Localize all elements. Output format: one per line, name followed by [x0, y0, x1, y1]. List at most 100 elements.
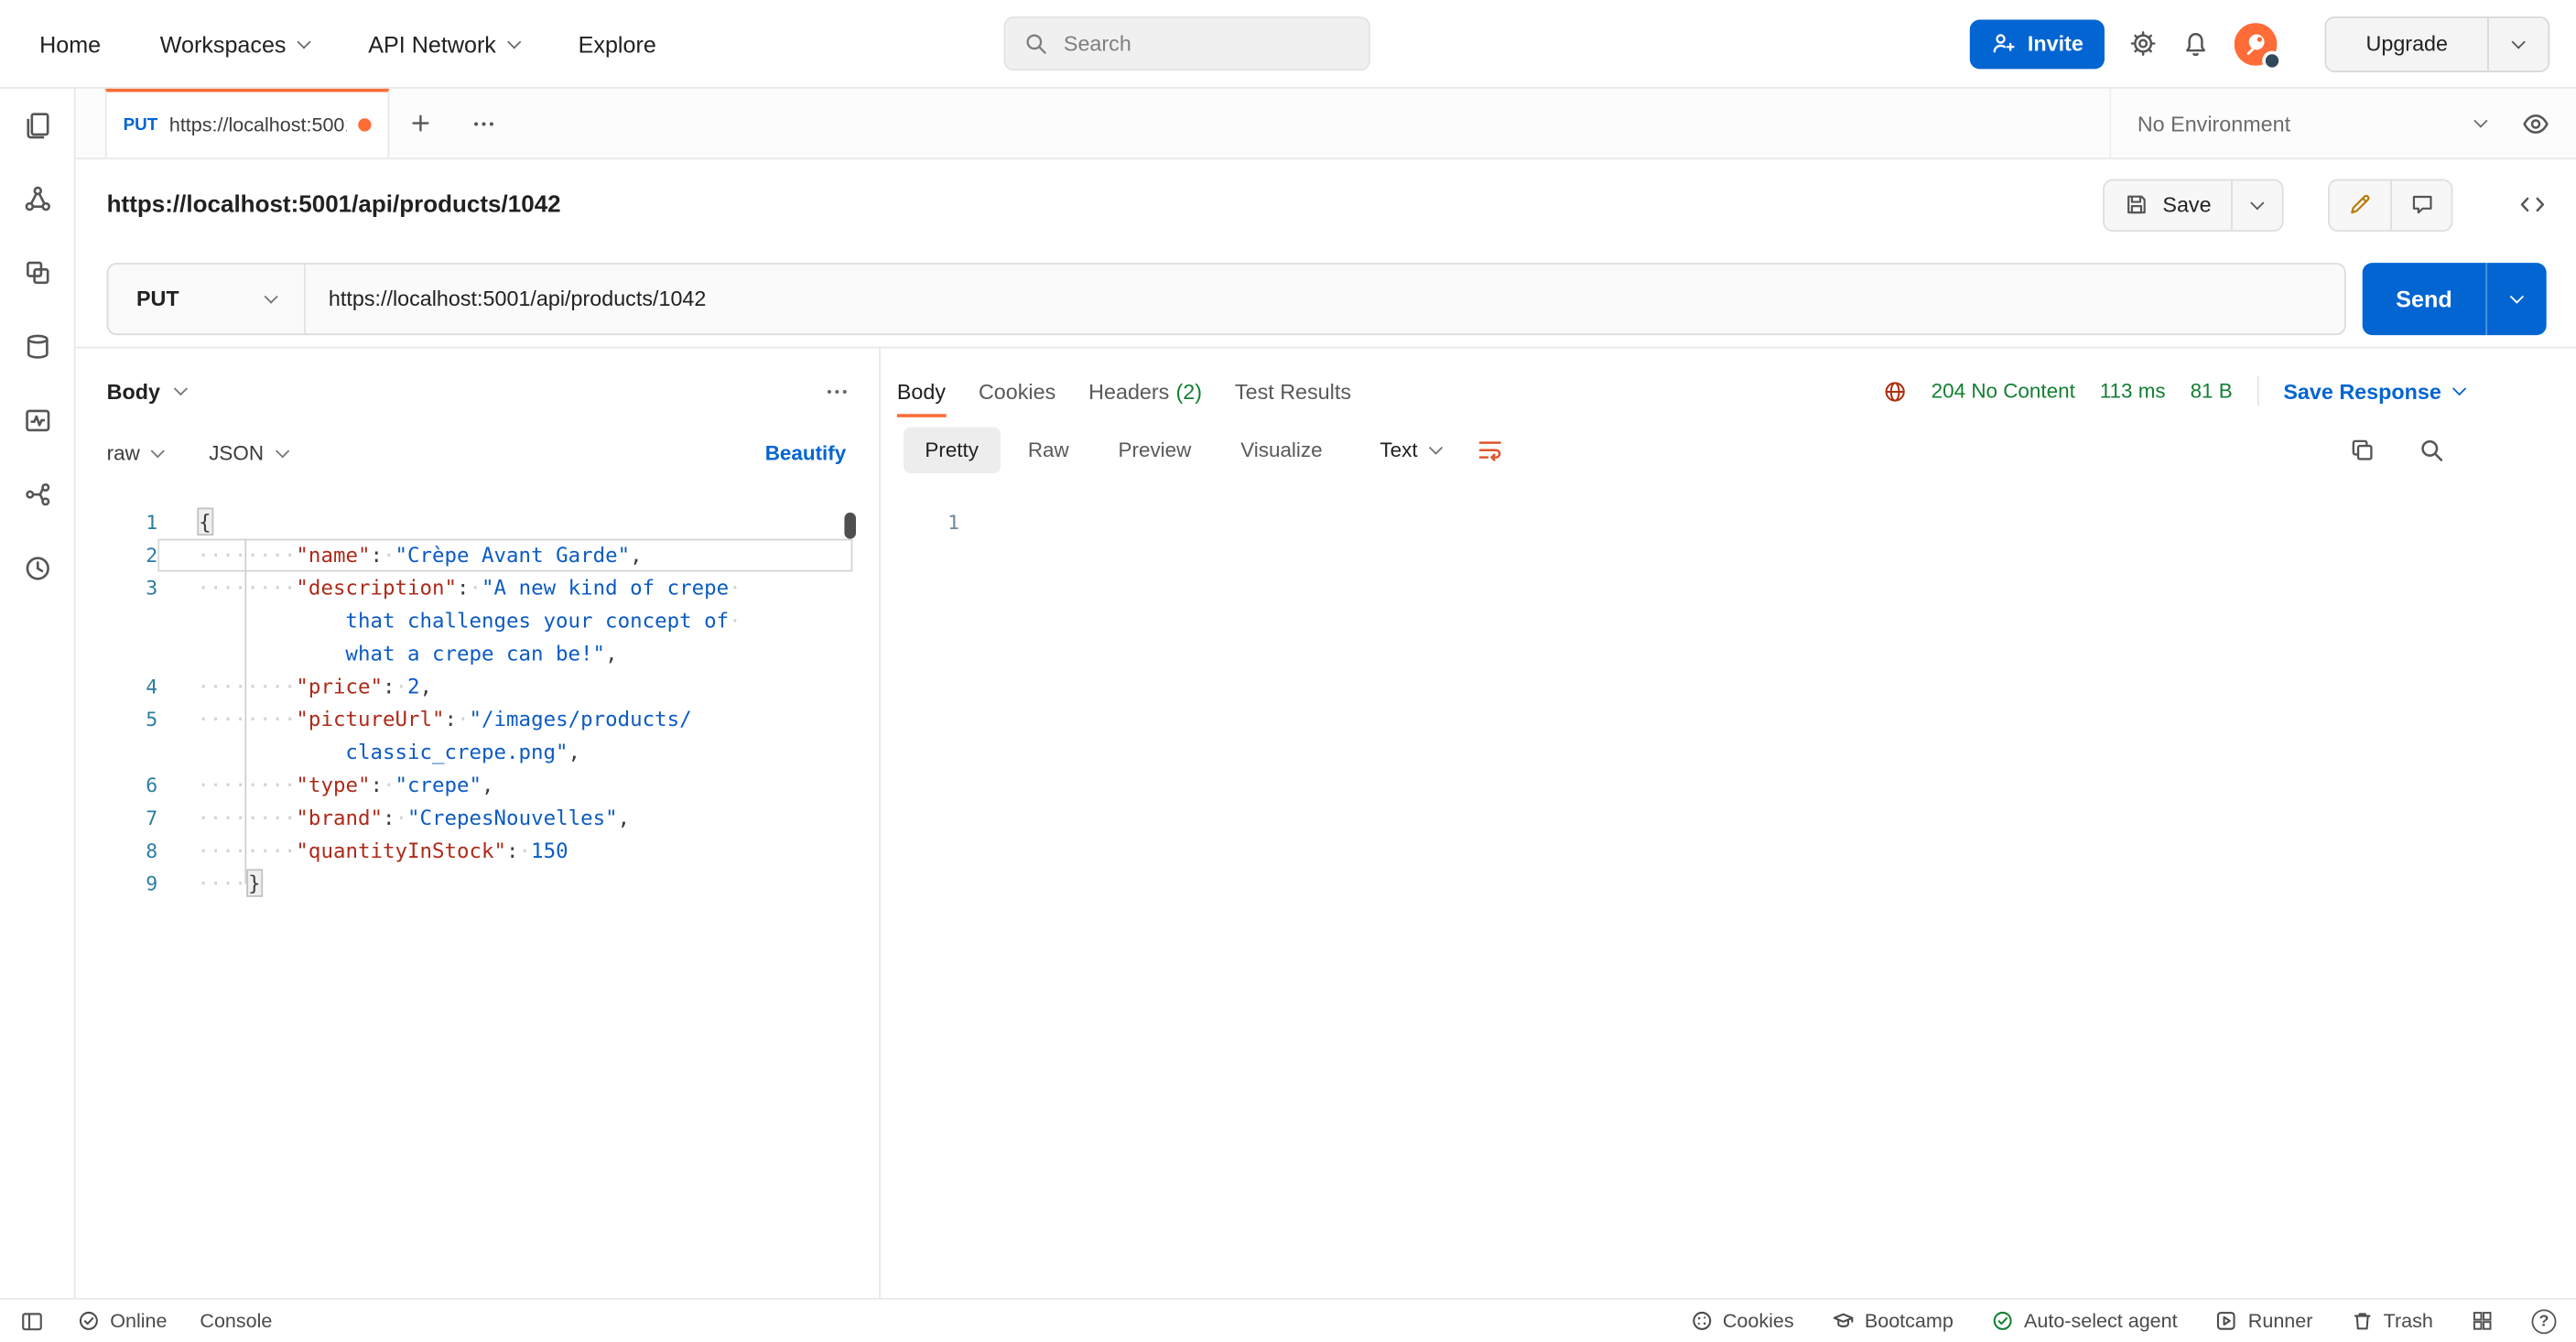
request-pane-options-button[interactable]: [825, 379, 850, 404]
status-bar-left: Online Console: [20, 1308, 273, 1333]
response-body-editor[interactable]: 1: [881, 483, 2576, 1298]
save-button[interactable]: Save: [2105, 180, 2233, 230]
response-time[interactable]: 113 ms: [2100, 380, 2166, 403]
code-snippet-button[interactable]: [2518, 190, 2547, 219]
environment-selector[interactable]: No Environment: [2138, 111, 2485, 135]
bootcamp-label: Bootcamp: [1865, 1309, 1954, 1332]
nav-home[interactable]: Home: [39, 30, 101, 57]
copy-response-button[interactable]: [2349, 437, 2376, 463]
nav-api-network[interactable]: API Network: [368, 30, 519, 57]
new-tab-button[interactable]: [389, 89, 451, 157]
plus-icon: [409, 112, 432, 135]
format-dropdown[interactable]: Text: [1380, 438, 1440, 461]
beautify-button[interactable]: Beautify: [765, 442, 847, 465]
rename-button[interactable]: [2330, 180, 2390, 230]
nav-workspaces[interactable]: Workspaces: [160, 30, 309, 57]
response-tab-test-results-label: Test Results: [1235, 379, 1351, 404]
avatar[interactable]: [2235, 22, 2278, 65]
status-bar: Online Console Cookies Bootcamp Auto-sel…: [0, 1298, 2576, 1342]
online-status[interactable]: Online: [77, 1309, 167, 1332]
request-tab[interactable]: PUT https://localhost:5001/: [105, 89, 389, 157]
body-type-dropdown[interactable]: raw: [107, 442, 163, 465]
layout-sidebar-icon: [20, 1308, 45, 1333]
sidebar-item-apis[interactable]: [22, 184, 51, 213]
tab-options-button[interactable]: [452, 89, 514, 157]
environment-quick-look-button[interactable]: [2522, 109, 2550, 137]
send-button[interactable]: Send: [2363, 262, 2487, 334]
request-builder-row: PUT https://localhost:5001/api/products/…: [76, 250, 2576, 349]
nav-explore[interactable]: Explore: [579, 30, 656, 57]
comment-icon: [2409, 192, 2434, 217]
notifications-button[interactable]: [2182, 29, 2211, 58]
response-size[interactable]: 81 B: [2191, 380, 2233, 403]
url-bar: PUT https://localhost:5001/api/products/…: [107, 262, 2346, 334]
upgrade-button[interactable]: Upgrade: [2326, 17, 2488, 70]
request-body-editor[interactable]: 1{2········"name":·"Crèpe Avant Garde",3…: [76, 490, 880, 1298]
sidebar-item-collections[interactable]: [22, 110, 51, 139]
trash-button[interactable]: Trash: [2351, 1309, 2433, 1332]
view-tab-preview[interactable]: Preview: [1097, 427, 1212, 473]
language-dropdown[interactable]: JSON: [209, 442, 287, 465]
editor-scrollbar-thumb[interactable]: [844, 513, 856, 539]
upgrade-options-button[interactable]: [2489, 17, 2549, 70]
format-label: Text: [1380, 438, 1417, 461]
check-circle-icon: [77, 1309, 100, 1332]
monitors-icon: [22, 406, 51, 435]
save-options-button[interactable]: [2233, 180, 2282, 230]
runner-button[interactable]: Runner: [2215, 1309, 2313, 1332]
sidebar-item-monitors[interactable]: [22, 406, 51, 435]
collections-icon: [22, 110, 51, 139]
headers-count-badge: (2): [1176, 379, 1203, 404]
code-line: 1{: [76, 506, 880, 539]
status-bar-right: Cookies Bootcamp Auto-select agent Runne…: [1690, 1308, 2556, 1333]
save-response-button[interactable]: Save Response: [2283, 379, 2464, 404]
view-tab-pretty[interactable]: Pretty: [904, 427, 1000, 473]
chevron-down-icon: [2452, 382, 2466, 395]
request-section-dropdown[interactable]: Body: [107, 379, 185, 404]
two-pane-view-button[interactable]: [2471, 1309, 2494, 1332]
url-input[interactable]: https://localhost:5001/api/products/1042: [306, 286, 730, 310]
left-rail: [0, 89, 76, 1298]
invite-button[interactable]: Invite: [1970, 19, 2105, 69]
toggle-sidebar-button[interactable]: [20, 1308, 45, 1333]
help-button[interactable]: ?: [2532, 1308, 2557, 1333]
comment-button[interactable]: [2390, 180, 2451, 230]
cookies-button[interactable]: Cookies: [1690, 1309, 1794, 1332]
response-tab-headers[interactable]: Headers (2): [1072, 364, 1218, 417]
chevron-down-icon: [507, 34, 521, 48]
settings-button[interactable]: [2129, 29, 2158, 58]
method-selector[interactable]: PUT: [108, 264, 305, 332]
request-tab-strip: PUT https://localhost:5001/ No Environme…: [76, 89, 2576, 159]
main-nav: Home Workspaces API Network Explore: [39, 30, 656, 57]
wrap-lines-button[interactable]: [1477, 437, 1503, 463]
eye-icon: [2522, 109, 2550, 137]
view-tab-visualize[interactable]: Visualize: [1219, 427, 1344, 473]
search-response-button[interactable]: [2419, 437, 2445, 463]
code-line: that challenges your concept of·: [76, 604, 880, 637]
indent-guide: [244, 539, 246, 884]
sidebar-item-environments[interactable]: [22, 258, 51, 287]
nav-home-label: Home: [39, 30, 101, 57]
trash-label: Trash: [2384, 1309, 2433, 1332]
agent-selector-button[interactable]: Auto-select agent: [1991, 1309, 2178, 1332]
response-tab-test-results[interactable]: Test Results: [1218, 364, 1368, 417]
sidebar-item-flows[interactable]: [22, 480, 51, 509]
console-button[interactable]: Console: [200, 1309, 272, 1332]
network-globe-icon[interactable]: [1882, 379, 1907, 404]
sidebar-item-mock-servers[interactable]: [22, 332, 51, 362]
chevron-down-icon: [2250, 195, 2264, 209]
view-tab-raw[interactable]: Raw: [1006, 427, 1090, 473]
sidebar-item-history[interactable]: [22, 554, 51, 583]
question-mark-glyph: ?: [2539, 1312, 2549, 1330]
nav-explore-label: Explore: [579, 30, 656, 57]
bootcamp-button[interactable]: Bootcamp: [1832, 1309, 1954, 1332]
send-options-button[interactable]: [2487, 262, 2547, 334]
response-tab-body[interactable]: Body: [881, 364, 962, 417]
response-tab-cookies[interactable]: Cookies: [962, 364, 1072, 417]
chevron-down-icon: [151, 444, 165, 458]
unsaved-changes-dot: [358, 118, 371, 131]
response-tab-headers-label: Headers: [1088, 379, 1169, 404]
avatar-badge: [2262, 50, 2282, 70]
global-search-input[interactable]: Search: [1004, 16, 1370, 70]
status-code[interactable]: 204 No Content: [1932, 380, 2075, 403]
